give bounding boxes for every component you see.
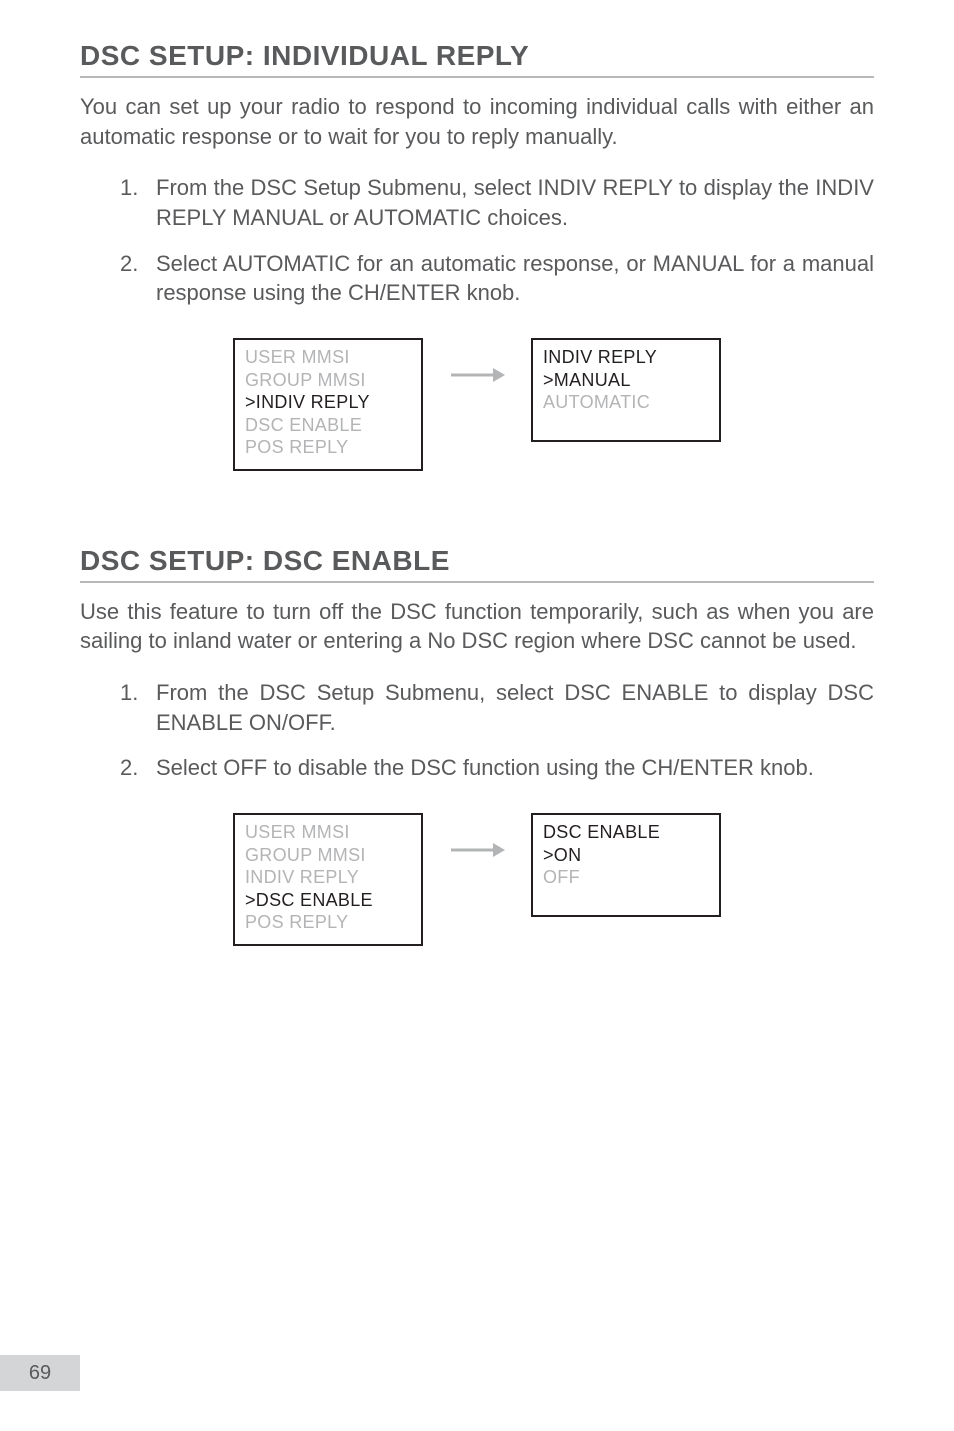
step-number: 2. [120, 753, 138, 783]
lcd-line: USER MMSI [245, 346, 411, 369]
lcd-line-selected: >INDIV REPLY [245, 391, 411, 414]
lcd-diagram-2: USER MMSI GROUP MMSI INDIV REPLY >DSC EN… [80, 813, 874, 946]
steps-list-1: 1. From the DSC Setup Submenu, select IN… [80, 173, 874, 308]
step-number: 1. [120, 678, 138, 708]
section-intro-1: You can set up your radio to respond to … [80, 92, 874, 151]
lcd-line: AUTOMATIC [543, 391, 709, 414]
section-title-2: DSC SETUP: DSC ENABLE [80, 545, 874, 583]
lcd-line: OFF [543, 866, 709, 889]
lcd-diagram-1: USER MMSI GROUP MMSI >INDIV REPLY DSC EN… [80, 338, 874, 471]
lcd-line: POS REPLY [245, 911, 411, 934]
step-text: From the DSC Setup Submenu, select DSC E… [156, 680, 874, 735]
step-number: 1. [120, 173, 138, 203]
step-text: Select OFF to disable the DSC function u… [156, 755, 814, 780]
lcd-line-selected: >DSC ENABLE [245, 889, 411, 912]
arrow-right-icon [449, 841, 505, 859]
list-item: 2. Select OFF to disable the DSC functio… [120, 753, 874, 783]
lcd-screen-left-2: USER MMSI GROUP MMSI INDIV REPLY >DSC EN… [233, 813, 423, 946]
page-number: 69 [0, 1355, 80, 1391]
lcd-line: DSC ENABLE [543, 821, 709, 844]
arrow-right-icon [449, 366, 505, 384]
steps-list-2: 1. From the DSC Setup Submenu, select DS… [80, 678, 874, 783]
section-title-1: DSC SETUP: INDIVIDUAL REPLY [80, 40, 874, 78]
lcd-line: DSC ENABLE [245, 414, 411, 437]
lcd-line: INDIV REPLY [543, 346, 709, 369]
lcd-screen-right-1: INDIV REPLY >MANUAL AUTOMATIC [531, 338, 721, 442]
lcd-line-selected: >MANUAL [543, 369, 709, 392]
page-content: DSC SETUP: INDIVIDUAL REPLY You can set … [0, 0, 954, 946]
lcd-line: GROUP MMSI [245, 369, 411, 392]
step-text: From the DSC Setup Submenu, select INDIV… [156, 175, 874, 230]
list-item: 2. Select AUTOMATIC for an automatic res… [120, 249, 874, 308]
list-item: 1. From the DSC Setup Submenu, select IN… [120, 173, 874, 232]
lcd-screen-left-1: USER MMSI GROUP MMSI >INDIV REPLY DSC EN… [233, 338, 423, 471]
lcd-line-selected: >ON [543, 844, 709, 867]
lcd-line: USER MMSI [245, 821, 411, 844]
step-text: Select AUTOMATIC for an automatic respon… [156, 251, 874, 306]
list-item: 1. From the DSC Setup Submenu, select DS… [120, 678, 874, 737]
lcd-line: GROUP MMSI [245, 844, 411, 867]
lcd-line: INDIV REPLY [245, 866, 411, 889]
step-number: 2. [120, 249, 138, 279]
section-intro-2: Use this feature to turn off the DSC fun… [80, 597, 874, 656]
lcd-line: POS REPLY [245, 436, 411, 459]
lcd-screen-right-2: DSC ENABLE >ON OFF [531, 813, 721, 917]
